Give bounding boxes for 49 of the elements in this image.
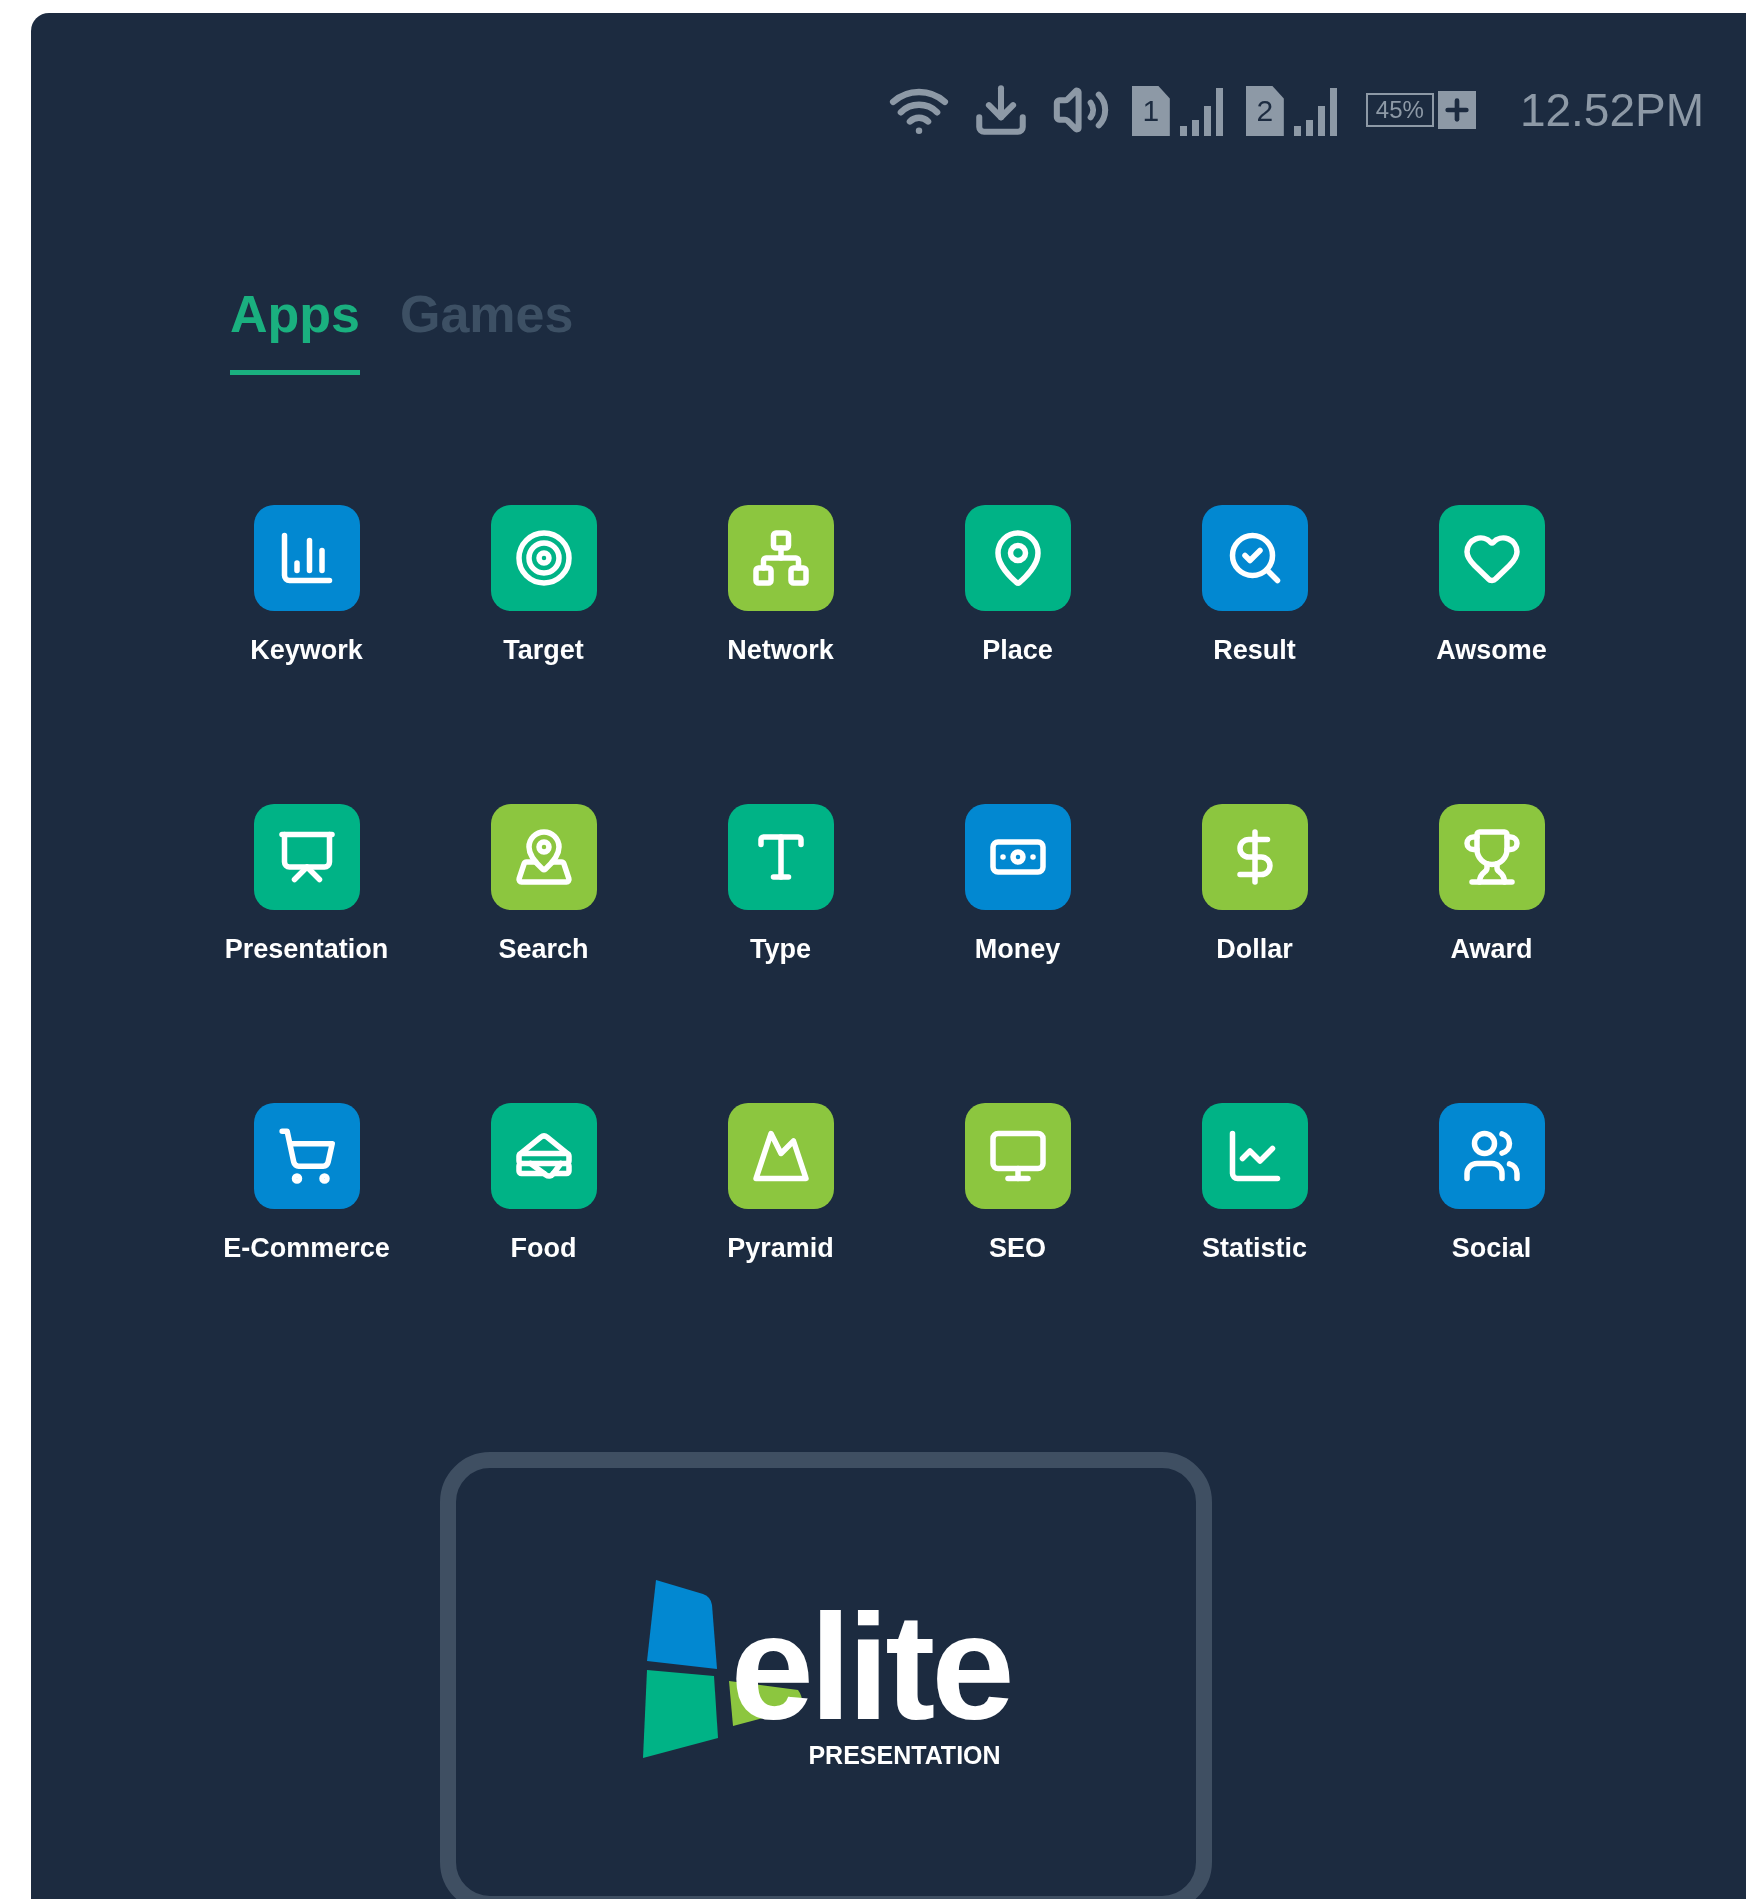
logo-tagline: PRESENTATION (808, 1743, 1001, 1768)
app-tile[interactable] (1438, 505, 1545, 611)
app-label: Money (974, 936, 1061, 963)
app-tile[interactable] (253, 505, 360, 611)
shopping-cart-icon (276, 1126, 337, 1186)
app-label: Award (1450, 936, 1533, 963)
app-tile[interactable] (490, 804, 597, 910)
app-label: Keywork (250, 637, 363, 664)
app-tile[interactable] (964, 804, 1071, 910)
charging-plus-icon (1437, 91, 1476, 129)
app-label: Dollar (1216, 936, 1293, 963)
app-tile[interactable] (490, 1103, 597, 1209)
app-label: Awsome (1436, 637, 1547, 664)
app-label: Type (750, 936, 811, 963)
app-tile[interactable] (727, 804, 834, 910)
app-label: Food (510, 1235, 577, 1262)
app-tile[interactable] (253, 1103, 360, 1209)
clock-time: 12.52PM (1519, 87, 1704, 133)
tab[interactable]: Apps (230, 288, 360, 375)
battery-indicator: 45% (1365, 93, 1434, 127)
app-label: SEO (989, 1235, 1046, 1262)
sim-card-icon: 1 (1131, 86, 1170, 136)
app-tile[interactable] (964, 1103, 1071, 1209)
app-label: Target (503, 637, 584, 664)
app-label: Pyramid (727, 1235, 834, 1262)
app-tile[interactable] (490, 505, 597, 611)
app-label: E-Commerce (223, 1235, 390, 1262)
app-tile[interactable] (1438, 804, 1545, 910)
logo-wordmark: elite (730, 1603, 1011, 1731)
app-tile[interactable] (727, 1103, 834, 1209)
app-label: Place (982, 637, 1053, 664)
app-label: Social (1451, 1235, 1532, 1262)
app-label: Result (1213, 637, 1296, 664)
app-tile[interactable] (1201, 505, 1308, 611)
app-tile[interactable] (727, 505, 834, 611)
app-label: Search (498, 936, 589, 963)
map-pin-icon (513, 827, 574, 887)
app-tile[interactable] (1201, 1103, 1308, 1209)
app-tile[interactable] (964, 505, 1071, 611)
app-tile[interactable] (1201, 804, 1308, 910)
app-tile[interactable] (1438, 1103, 1545, 1209)
app-label: Statistic (1201, 1235, 1307, 1262)
trophy-icon (1461, 827, 1522, 887)
app-label: Presentation (224, 936, 389, 963)
app-tile[interactable] (253, 804, 360, 910)
app-label: Network (727, 637, 834, 664)
network-icon (750, 528, 811, 588)
target-icon (513, 528, 574, 588)
sim-card-icon: 2 (1245, 86, 1284, 136)
